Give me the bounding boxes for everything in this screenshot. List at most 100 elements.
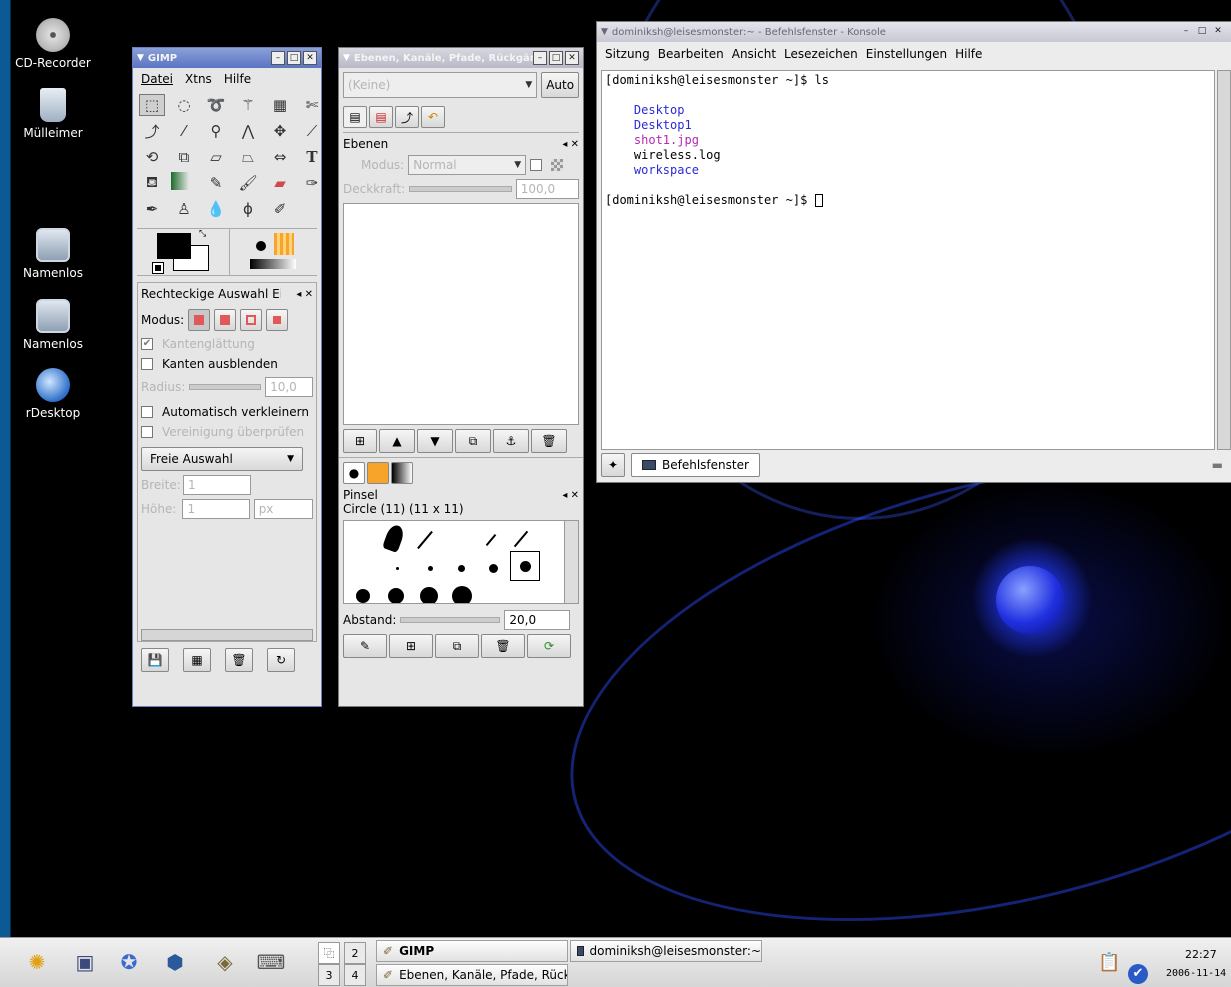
smudge-tool-icon[interactable]: 💧 <box>203 198 229 220</box>
terminal-area[interactable]: [dominiksh@leisesmonster ~]$ ls Desktop … <box>601 70 1215 450</box>
brush-icon[interactable] <box>452 586 472 603</box>
scale-tool-icon[interactable]: ⧉ <box>171 146 197 168</box>
lasso-tool-icon[interactable]: ➰ <box>203 94 229 116</box>
paths-tool-icon[interactable]: ⤴ <box>139 120 165 142</box>
delete-options-button[interactable]: 🗑 <box>225 648 253 672</box>
airbrush-tool-icon[interactable]: ✑ <box>299 172 325 194</box>
pager-desktop-3[interactable]: 3 <box>318 964 340 986</box>
tab-brushes[interactable]: ● <box>343 462 365 484</box>
width-input[interactable]: 1 <box>183 475 251 495</box>
menu-lesezeichen[interactable]: Lesezeichen <box>784 47 858 61</box>
crop-tool-icon[interactable]: ⟋ <box>299 120 325 142</box>
mode-replace-button[interactable] <box>188 309 211 331</box>
window-menu-icon[interactable]: ▼ <box>601 27 608 37</box>
tab-channels[interactable]: ▤ <box>369 106 393 128</box>
dock-tab-menu-icon[interactable]: ◂ ✕ <box>562 139 579 150</box>
brush-icon[interactable] <box>513 530 529 548</box>
konsole-launcher-icon[interactable]: ⌨ <box>256 948 286 976</box>
desktop-icon-namenlos-2[interactable]: Namenlos <box>8 299 98 351</box>
save-options-button[interactable]: 💾 <box>141 648 169 672</box>
gimp-titlebar[interactable]: ▼ GIMP – □ ✕ <box>133 48 321 68</box>
menu-ansicht[interactable]: Ansicht <box>732 47 776 61</box>
close-button[interactable]: ✕ <box>303 51 317 65</box>
magic-wand-tool-icon[interactable]: ⚚ <box>235 94 261 116</box>
delete-brush-button[interactable]: 🗑 <box>481 634 525 658</box>
move-tool-icon[interactable]: ✥ <box>267 120 293 142</box>
bucket-fill-tool-icon[interactable]: ⛾ <box>139 172 165 194</box>
brush-icon[interactable] <box>382 523 406 553</box>
menu-datei[interactable]: Datei <box>141 72 173 86</box>
edit-brush-button[interactable]: ✎ <box>343 634 387 658</box>
mode-intersect-button[interactable] <box>266 309 289 331</box>
minimize-button[interactable]: – <box>271 51 285 65</box>
text-tool-icon[interactable]: T <box>299 146 325 168</box>
foreground-color-swatch[interactable] <box>157 233 191 259</box>
reset-options-button[interactable]: ↻ <box>267 648 295 672</box>
desktop-icon-namenlos-1[interactable]: Namenlos <box>8 228 98 280</box>
measure-tool-icon[interactable]: ⋀ <box>235 120 261 142</box>
swap-colors-icon[interactable]: ⤡ <box>199 229 206 239</box>
layers-list[interactable] <box>343 203 579 425</box>
kde-menu-icon[interactable]: ✺ <box>22 948 52 976</box>
duplicate-layer-button[interactable]: ⧉ <box>455 429 491 453</box>
maximize-button[interactable]: □ <box>287 51 301 65</box>
desktop-icon-rdesktop[interactable]: rDesktop <box>8 368 98 420</box>
brush-icon[interactable] <box>485 533 497 547</box>
delete-layer-button[interactable]: 🗑 <box>531 429 567 453</box>
tool-options-scrollbar[interactable] <box>141 629 313 641</box>
menu-hilfe[interactable]: Hilfe <box>955 47 982 61</box>
klipper-icon[interactable]: 📋 <box>1098 952 1120 973</box>
duplicate-brush-button[interactable]: ⧉ <box>435 634 479 658</box>
tab-gradients[interactable] <box>391 462 413 484</box>
merge-checkbox[interactable] <box>141 426 153 438</box>
radius-slider[interactable] <box>189 384 262 390</box>
brush-icon[interactable] <box>356 589 370 603</box>
brush-icon[interactable] <box>489 564 498 573</box>
menu-hilfe[interactable]: Hilfe <box>224 72 251 86</box>
pager-desktop-1[interactable]: 1⿻ <box>318 942 340 964</box>
refresh-brushes-button[interactable]: ⟳ <box>527 634 571 658</box>
color-select-tool-icon[interactable]: ▦ <box>267 94 293 116</box>
spacing-slider[interactable] <box>400 617 501 623</box>
clone-tool-icon[interactable]: ♙ <box>171 198 197 220</box>
pager-desktop-4[interactable]: 4 <box>344 964 366 986</box>
keep-transparency-checkbox[interactable] <box>530 159 543 171</box>
mode-subtract-button[interactable] <box>240 309 263 331</box>
brush-icon[interactable] <box>520 561 531 572</box>
auto-shrink-checkbox[interactable] <box>141 406 153 418</box>
fixed-select-dropdown[interactable]: Freie Auswahl ▼ <box>141 447 303 471</box>
maximize-button[interactable]: □ <box>549 51 563 65</box>
brush-icon[interactable] <box>396 567 399 570</box>
rotate-tool-icon[interactable]: ⟲ <box>139 146 165 168</box>
color-picker-tool-icon[interactable]: ⁄ <box>171 120 197 142</box>
brush-icon[interactable] <box>417 530 433 550</box>
opacity-input[interactable]: 100,0 <box>515 179 579 199</box>
control-center-icon[interactable]: ◈ <box>210 948 240 976</box>
brush-icon[interactable] <box>420 587 438 603</box>
new-layer-button[interactable]: ⊞ <box>343 429 377 453</box>
menu-sitzung[interactable]: Sitzung <box>605 47 650 61</box>
restore-options-button[interactable]: ▦ <box>183 648 211 672</box>
new-session-icon[interactable]: ✦ <box>601 453 625 477</box>
home-folder-icon[interactable]: ⬢ <box>160 948 190 976</box>
brush-pattern-gradient[interactable] <box>229 229 317 275</box>
perspective-tool-icon[interactable]: ⏢ <box>235 146 261 168</box>
brushes-grid[interactable] <box>343 520 579 604</box>
close-button[interactable]: ✕ <box>565 51 579 65</box>
scissors-tool-icon[interactable]: ✄ <box>299 94 325 116</box>
ink-tool-icon[interactable]: ✒ <box>139 198 165 220</box>
dock-tab-menu-icon[interactable]: ◂ ✕ <box>296 289 313 300</box>
konsole-titlebar[interactable]: ▼ dominiksh@leisesmonster:~ - Befehlsfen… <box>597 22 1231 42</box>
mode-add-button[interactable] <box>214 309 237 331</box>
desktop-icon-trash[interactable]: Mülleimer <box>8 88 98 140</box>
zoom-tool-icon[interactable]: ⚲ <box>203 120 229 142</box>
menu-bearbeiten[interactable]: Bearbeiten <box>658 47 724 61</box>
maximize-button[interactable]: □ <box>1195 25 1209 39</box>
raise-layer-button[interactable]: ▲ <box>379 429 415 453</box>
brush-icon[interactable] <box>428 566 433 571</box>
menu-xtns[interactable]: Xtns <box>185 72 212 86</box>
close-button[interactable]: ✕ <box>1211 25 1225 39</box>
eraser-tool-icon[interactable]: ▰ <box>267 172 293 194</box>
brush-icon[interactable] <box>458 565 465 572</box>
tab-layers[interactable]: ▤ <box>343 106 367 128</box>
